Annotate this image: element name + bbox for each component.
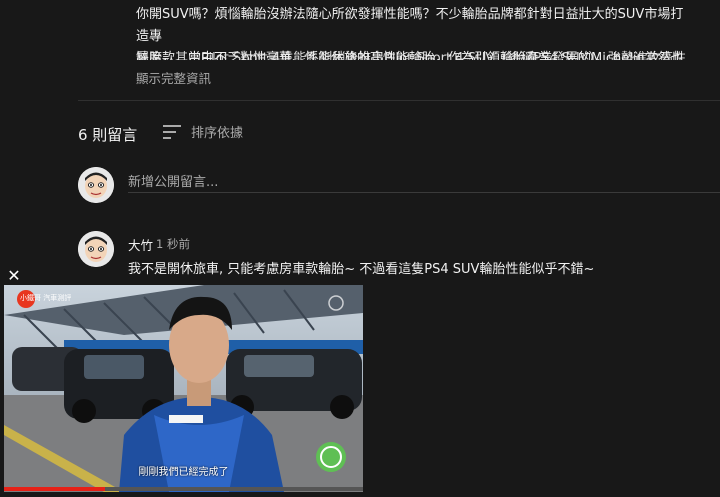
video-frame [4,285,363,492]
add-comment-underline [128,192,720,193]
video-progress-fill [4,487,105,491]
description-line-1: 你開SUV嗎？煩惱輪胎沒辦法隨心所欲發揮性能嗎？不少輪胎品牌都針對日益壯大的SU… [136,7,684,44]
sort-label: 排序依據 [191,126,244,141]
video-subtitle: 剛剛我們已經完成了 [138,467,229,478]
avatar [78,167,114,203]
sort-button[interactable]: 排序依據 [163,122,243,141]
comment-author[interactable]: 大竹 [128,235,153,254]
description-line-3: 缺席，其中Pilot Sport 4性能系列稍後推出Pilot Sport 4 … [136,51,686,60]
comment-text: 我不是開休旅車, 只能考慮房車款輪胎~ 不過看這隻PS4 SUV輪胎性能似乎不錯… [128,262,595,277]
video-description: 你開SUV嗎？煩惱輪胎沒辦法隨心所欲發揮性能嗎？不少輪胎品牌都針對日益壯大的SU… [136,4,696,60]
avatar[interactable] [78,231,114,267]
channel-logo: 小鐵哥 汽車測評 [20,294,72,302]
sort-icon [163,124,181,139]
comment-count: 6 則留言 [78,126,138,144]
show-more-link[interactable]: 顯示完整資訊 [136,68,211,87]
mini-player[interactable]: 小鐵哥 汽車測評 剛剛我們已經完成了 [4,285,363,492]
close-icon[interactable]: ✕ [6,268,22,284]
add-comment-input[interactable]: 新增公開留言... [128,171,720,190]
comment-timestamp[interactable]: 1 秒前 [156,236,190,252]
video-progress-bar[interactable] [4,487,363,491]
divider [78,100,720,101]
